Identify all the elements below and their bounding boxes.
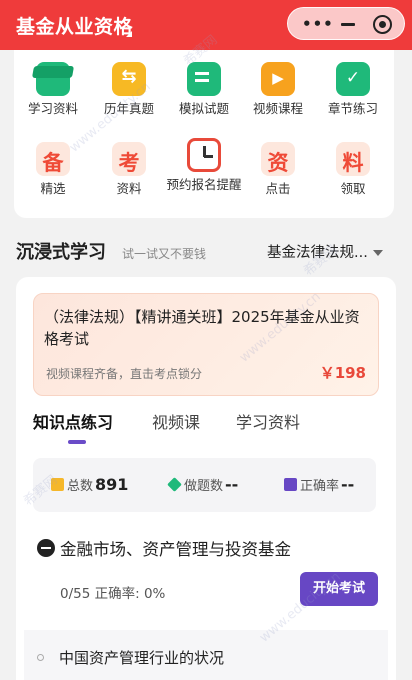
grid-item-study-materials[interactable]: 学习资料 [15, 62, 91, 116]
grid-label: 领取 [340, 181, 366, 196]
stat-accuracy-value: -- [341, 475, 355, 494]
chapter-title: 金融市场、资产管理与投资基金 [60, 540, 291, 559]
grid-item-video-courses[interactable]: 视频课程 [240, 62, 316, 116]
grid-label: 点击 [265, 181, 291, 196]
tab-materials[interactable]: 学习资料 [236, 409, 300, 433]
sub-item-title: 中国资产管理行业的状况 [59, 649, 225, 667]
stat-accuracy: 正确率 -- [284, 475, 354, 494]
grid-label: 精选 [40, 181, 66, 196]
course-price: ￥198 [319, 364, 366, 382]
section-subtitle: 试一试又不要钱 [122, 247, 207, 261]
grid-item-chapter-practice[interactable]: 章节练习 [315, 62, 391, 116]
checkbox-icon [284, 478, 297, 491]
mini-program-capsule: ••• [287, 7, 405, 40]
grid-item-past-exams[interactable]: 历年真题 [91, 62, 167, 116]
tab-video[interactable]: 视频课 [152, 409, 200, 433]
char-badge-icon: 料 [336, 142, 370, 176]
collapse-icon[interactable] [37, 539, 55, 557]
char-badge-icon: 考 [112, 142, 146, 176]
checklist-icon [336, 62, 370, 96]
grid-item-mock-tests[interactable]: 模拟试题 [166, 62, 242, 116]
list-item[interactable]: 中国资产管理行业的状况 [24, 630, 388, 680]
stats-bar: 总数 891 做题数 -- 正确率 -- [33, 458, 376, 512]
section-title: 沉浸式学习 [16, 242, 106, 263]
course-description: 视频课程齐备，直击考点锁分 [46, 367, 203, 381]
grid-item-click[interactable]: 资 点击 [240, 142, 316, 196]
chapter-header[interactable]: 金融市场、资产管理与投资基金 [37, 536, 291, 560]
char-badge-text: 备 [42, 151, 64, 175]
total-icon [51, 478, 64, 491]
page-title[interactable]: 基金从业资格 [16, 12, 133, 39]
grid-label: 视频课程 [252, 101, 303, 116]
pencil-icon [167, 477, 182, 492]
grid-label: 学习资料 [27, 101, 78, 116]
exchange-doc-icon [112, 62, 146, 96]
grid-label: 模拟试题 [178, 101, 229, 116]
top-bar: 基金从业资格 ••• [0, 0, 412, 50]
grid-item-receive[interactable]: 料 领取 [315, 142, 391, 196]
video-icon [261, 62, 295, 96]
grid-label: 资料 [116, 181, 142, 196]
char-badge-text: 料 [342, 151, 364, 175]
graduation-cap-icon [36, 62, 70, 96]
char-badge-icon: 资 [261, 142, 295, 176]
stat-done-value: -- [225, 475, 239, 494]
stat-total: 总数 891 [51, 475, 128, 494]
subject-selector[interactable]: 基金法律法规... [267, 241, 383, 262]
grid-item-featured[interactable]: 备 精选 [15, 142, 91, 196]
chevron-down-icon [372, 250, 383, 256]
char-badge-icon: 备 [36, 142, 70, 176]
tab-knowledge-practice[interactable]: 知识点练习 [33, 409, 113, 433]
quick-menu-grid: 学习资料 历年真题 模拟试题 视频课程 章节练习 备 精选 考 资料 预约报名提… [14, 50, 394, 218]
stat-done-label: 做题数 [184, 479, 224, 494]
study-card: （法律法规）【精讲通关班】2025年基金从业资格考试 视频课程齐备，直击考点锁分… [16, 277, 396, 680]
subject-selector-label: 基金法律法规... [267, 245, 368, 261]
grid-item-registration-reminder[interactable]: 预约报名提醒 [166, 138, 242, 192]
char-badge-text: 考 [118, 151, 140, 175]
char-badge-text: 资 [267, 151, 289, 175]
more-menu-button[interactable]: ••• [302, 15, 334, 33]
stat-accuracy-label: 正确率 [300, 479, 340, 494]
start-exam-button[interactable]: 开始考试 [300, 572, 378, 606]
active-tab-indicator [68, 440, 86, 444]
mock-test-icon [187, 62, 221, 96]
grid-label: 预约报名提醒 [166, 177, 242, 192]
alarm-clock-icon [187, 138, 221, 172]
stat-total-label: 总数 [67, 479, 94, 494]
stat-done: 做题数 -- [167, 475, 239, 494]
title-dropdown-icon[interactable] [126, 31, 132, 37]
course-name: （法律法规）【精讲通关班】2025年基金从业资格考试 [44, 308, 360, 348]
grid-label: 历年真题 [103, 101, 154, 116]
course-banner[interactable]: （法律法规）【精讲通关班】2025年基金从业资格考试 视频课程齐备，直击考点锁分… [33, 293, 379, 396]
grid-item-materials[interactable]: 考 资料 [91, 142, 167, 196]
chapter-progress: 0/55 正确率: 0% [60, 586, 166, 602]
grid-label: 章节练习 [327, 101, 378, 116]
bullet-icon [37, 654, 44, 661]
stat-total-value: 891 [95, 475, 129, 494]
minimize-icon[interactable] [341, 23, 355, 26]
study-tabs: 知识点练习 视频课 学习资料 [33, 409, 379, 445]
close-target-icon[interactable] [373, 15, 392, 34]
